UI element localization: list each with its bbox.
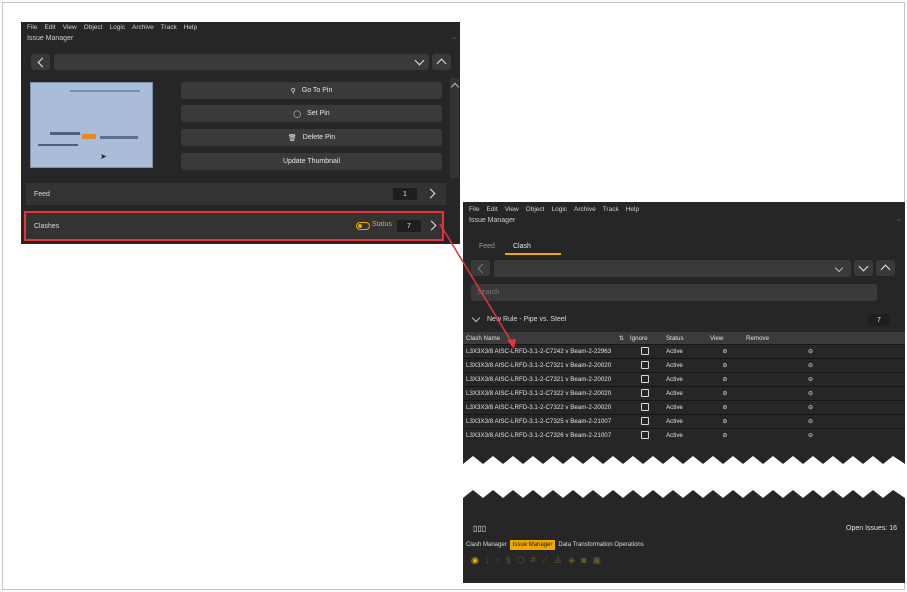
callout-arrow: [439, 223, 516, 349]
